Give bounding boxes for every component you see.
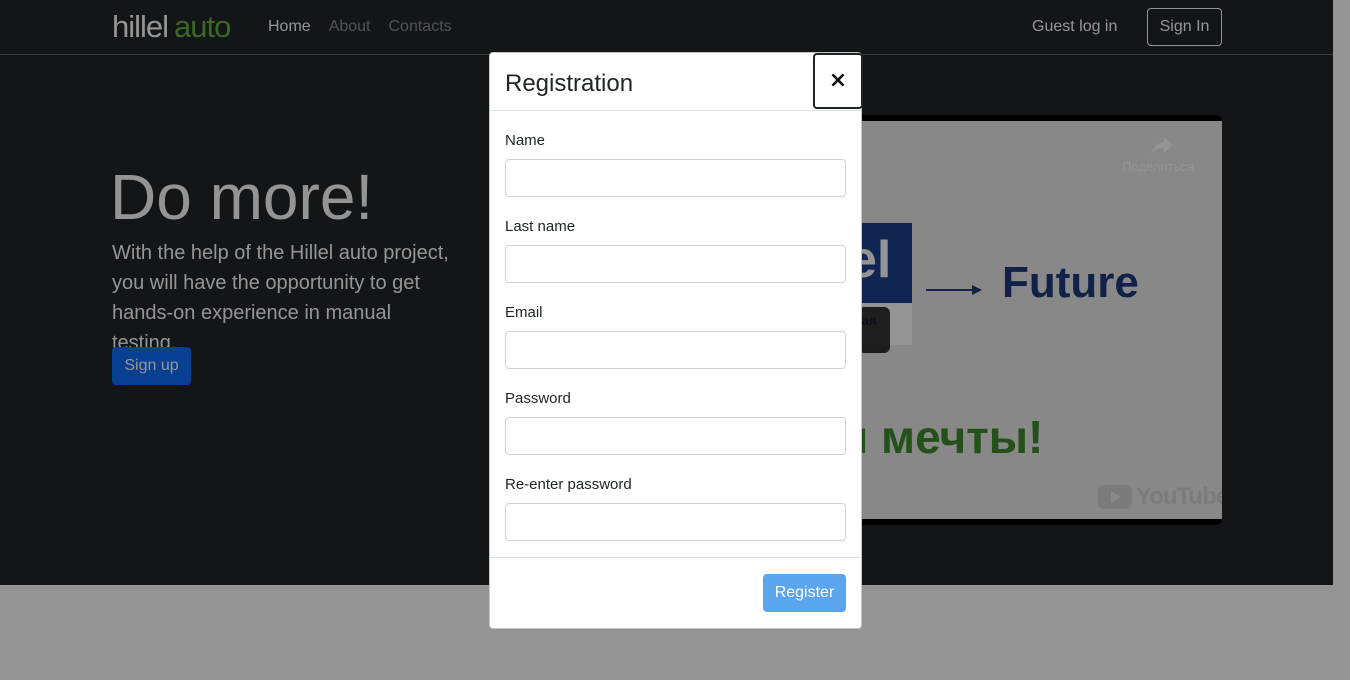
registration-modal: Registration × Name Last name Email Pass… <box>489 52 863 629</box>
name-label: Name <box>505 132 546 149</box>
password-input[interactable] <box>505 417 846 455</box>
email-input[interactable] <box>505 331 846 369</box>
password-label: Password <box>505 390 571 407</box>
last-name-label: Last name <box>505 218 576 235</box>
re-enter-password-label: Re-enter password <box>505 476 632 493</box>
re-enter-password-input[interactable] <box>505 503 846 541</box>
email-label: Email <box>505 304 543 321</box>
register-button[interactable]: Register <box>763 574 846 612</box>
modal-header: Registration × <box>490 53 863 111</box>
close-button[interactable]: × <box>813 53 863 109</box>
name-input[interactable] <box>505 159 846 197</box>
last-name-input[interactable] <box>505 245 846 283</box>
modal-footer: Register <box>490 557 861 628</box>
modal-title: Registration <box>505 70 634 97</box>
